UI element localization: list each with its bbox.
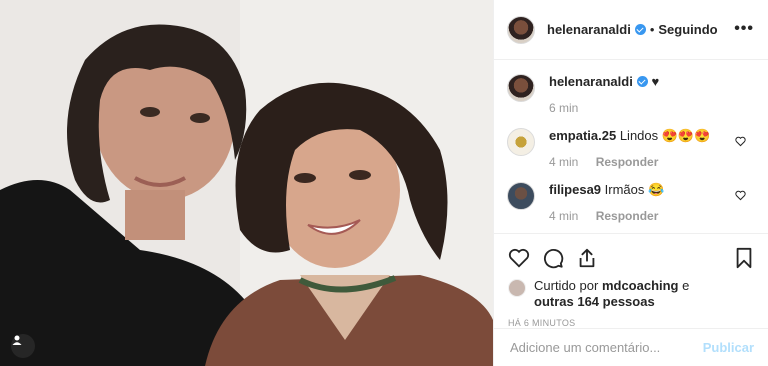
post-side-panel: helenaranaldi • Seguindo ••• helenaranal… xyxy=(493,0,768,366)
author-avatar[interactable] xyxy=(507,15,535,44)
comment-composer: Publicar xyxy=(494,328,768,366)
more-options-icon[interactable]: ••• xyxy=(734,20,754,38)
comment-row: filipesa9 Irmãos 😂 4 min Responder xyxy=(507,182,758,224)
likes-others[interactable]: outras 164 pessoas xyxy=(534,294,655,309)
caption-avatar[interactable] xyxy=(507,74,535,102)
comment-icon[interactable] xyxy=(542,247,564,269)
comments-list: helenaranaldi ♥ 6 min empatia.25 Lindos … xyxy=(507,74,758,224)
post-actions: Curtido por mdcoaching e outras 164 pess… xyxy=(494,233,768,328)
header-separator: • xyxy=(649,22,655,37)
post-header: helenaranaldi • Seguindo ••• xyxy=(494,0,768,60)
heart-icon[interactable] xyxy=(508,247,530,269)
bookmark-icon[interactable] xyxy=(734,247,754,269)
comment-like-heart-icon[interactable] xyxy=(735,136,746,147)
author-username[interactable]: helenaranaldi xyxy=(547,22,631,37)
comment-like-heart-icon[interactable] xyxy=(735,190,746,201)
liker-avatar[interactable] xyxy=(508,279,526,297)
comment-meta: 4 min Responder xyxy=(549,208,758,224)
verified-badge-icon xyxy=(634,24,646,35)
caption-meta: 6 min xyxy=(549,100,758,116)
reply-button[interactable]: Responder xyxy=(596,155,659,169)
post-timestamp[interactable]: HÁ 6 MINUTOS xyxy=(494,310,768,328)
comment-avatar[interactable] xyxy=(507,128,535,156)
comment-meta: 4 min Responder xyxy=(549,154,758,170)
photo-illustration xyxy=(0,0,493,366)
user-tag-icon[interactable] xyxy=(11,334,35,358)
caption-row: helenaranaldi ♥ 6 min xyxy=(507,74,758,116)
comment-age[interactable]: 4 min xyxy=(549,209,578,223)
comment-text: Lindos 😍😍😍 xyxy=(619,128,711,143)
comment-input[interactable] xyxy=(508,339,703,356)
comment-username[interactable]: empatia.25 xyxy=(549,128,616,143)
publish-button[interactable]: Publicar xyxy=(703,340,754,355)
comment-avatar[interactable] xyxy=(507,182,535,210)
instagram-post: helenaranaldi • Seguindo ••• helenaranal… xyxy=(0,0,768,366)
post-photo[interactable] xyxy=(0,0,493,366)
action-icons xyxy=(494,234,768,274)
caption-age[interactable]: 6 min xyxy=(549,101,578,115)
verified-badge-icon xyxy=(636,76,648,87)
comment-row: empatia.25 Lindos 😍😍😍 4 min Responder xyxy=(507,128,758,170)
comment-username[interactable]: filipesa9 xyxy=(549,182,601,197)
liker-username[interactable]: mdcoaching xyxy=(602,278,679,293)
likes-prefix: Curtido por xyxy=(534,278,599,293)
caption-username[interactable]: helenaranaldi xyxy=(549,74,633,89)
likes-middle: e xyxy=(682,278,690,293)
user-tag-glyph xyxy=(12,335,22,345)
comment-text: Irmãos 😂 xyxy=(604,182,665,197)
likes-summary: Curtido por mdcoaching e outras 164 pess… xyxy=(494,274,768,310)
caption-text: ♥ xyxy=(651,74,660,89)
following-button[interactable]: Seguindo xyxy=(658,22,717,37)
share-icon[interactable] xyxy=(576,247,598,269)
comment-age[interactable]: 4 min xyxy=(549,155,578,169)
reply-button[interactable]: Responder xyxy=(596,209,659,223)
